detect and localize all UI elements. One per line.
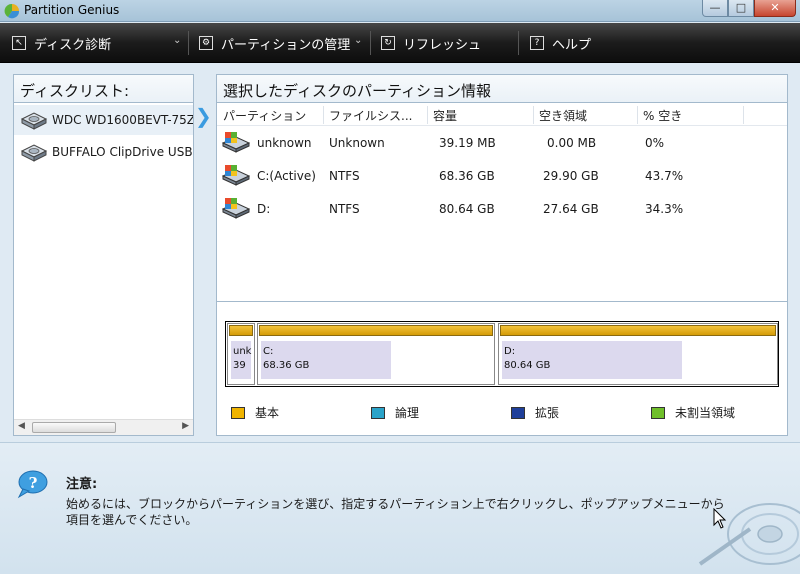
disk-list-title: ディスクリスト: — [14, 75, 193, 103]
table-row[interactable]: C:(Active) NTFS 68.36 GB 29.90 GB 43.7% — [217, 160, 787, 192]
note-title: 注意: — [66, 477, 98, 492]
maximize-button[interactable]: □ — [728, 0, 754, 17]
partition-free: 27.64 GB — [543, 202, 599, 216]
info-area: ? 注意: 始めるには、ブロックからパーティションを選び、指定するパーティション… — [0, 442, 800, 574]
partition-icon — [221, 165, 251, 186]
chevron-right-icon: ❯ — [195, 104, 212, 128]
block-label: unk — [233, 346, 252, 357]
chevron-down-icon[interactable]: ⌄ — [173, 35, 181, 46]
help-icon: ? — [530, 36, 544, 50]
block-size: 39 — [233, 360, 246, 371]
mouse-cursor-icon — [713, 508, 727, 529]
legend-label: 未割当領域 — [675, 406, 736, 420]
legend-label: 論理 — [395, 406, 420, 420]
legend-logical: 論理 — [371, 404, 419, 421]
block-size: 68.36 GB — [263, 360, 310, 371]
partition-name: C:(Active) — [257, 169, 316, 183]
toolbar-refresh[interactable]: ↻ リフレッシュ — [381, 34, 482, 53]
partition-free: 0.00 MB — [547, 136, 597, 150]
legend-swatch — [231, 406, 245, 419]
partition-fs: Unknown — [329, 136, 385, 150]
legend-swatch — [651, 406, 665, 419]
scrollbar-thumb[interactable] — [32, 422, 116, 433]
legend-label: 基本 — [255, 406, 280, 420]
partition-name: unknown — [257, 136, 312, 150]
block-label: D: — [504, 346, 516, 357]
toolbar-refresh-label: リフレッシュ — [403, 37, 482, 53]
app-logo-icon — [4, 3, 20, 19]
block-label: C: — [263, 346, 274, 357]
scroll-right-icon[interactable]: ▶ — [182, 421, 189, 431]
note-text: 始めるには、ブロックからパーティションを選び、指定するパーティション上で右クリッ… — [66, 497, 725, 527]
maximize-icon: □ — [735, 1, 747, 14]
toolbar-disk-diagnosis-label: ディスク診断 — [34, 37, 112, 53]
column-header[interactable]: ファイルシス... — [329, 107, 412, 124]
toolbar-help-label: ヘルプ — [552, 37, 592, 53]
legend-label: 拡張 — [535, 406, 560, 420]
svg-text:?: ? — [29, 474, 38, 492]
partition-info-panel: 選択したディスクのパーティション情報 パーティション ファイルシス... 容量 … — [216, 74, 788, 436]
column-header[interactable]: 空き領域 — [539, 107, 587, 124]
block-size: 80.64 GB — [504, 360, 551, 371]
refresh-icon: ↻ — [381, 36, 395, 50]
close-icon: ✕ — [770, 1, 780, 14]
partition-icon — [221, 132, 251, 153]
column-header[interactable]: % 空き — [643, 107, 682, 124]
partition-icon — [221, 198, 251, 219]
disk-item-wdc-label: WDC WD1600BEVT-75Z — [52, 113, 193, 127]
toolbar-help[interactable]: ? ヘルプ — [530, 34, 592, 53]
hard-disk-icon — [20, 144, 48, 162]
legend-swatch — [511, 406, 525, 419]
chevron-down-icon[interactable]: ⌄ — [354, 35, 362, 46]
legend-swatch — [371, 406, 385, 419]
disk-map-block-d[interactable]: D: 80.64 GB — [498, 323, 778, 385]
partition-panel-title: 選択したディスクのパーティション情報 — [217, 75, 787, 103]
manage-icon: ⚙ — [199, 36, 213, 50]
partition-name: D: — [257, 202, 271, 216]
legend-unallocated: 未割当領域 — [651, 404, 735, 421]
legend-primary: 基本 — [231, 404, 279, 421]
info-speech-bubble-icon: ? — [17, 470, 48, 499]
disk-map-area: unk 39 C: 68.36 GB D: 80.64 GB 基本 論理 拡張 — [217, 301, 787, 435]
disk-list-panel: ディスクリスト: WDC WD1600BEVT-75Z BUFFALO Clip… — [13, 74, 194, 436]
toolbar-partition-manage[interactable]: ⚙ パーティションの管理 — [199, 34, 351, 53]
partition-capacity: 80.64 GB — [439, 202, 495, 216]
toolbar-disk-diagnosis[interactable]: ↖ ディスク診断 — [12, 34, 112, 53]
disk-map-block-c[interactable]: C: 68.36 GB — [257, 323, 495, 385]
hard-disk-icon — [20, 112, 48, 130]
table-row[interactable]: unknown Unknown 39.19 MB 0.00 MB 0% — [217, 127, 787, 159]
partition-table-header: パーティション ファイルシス... 容量 空き領域 % 空き — [217, 104, 787, 126]
disk-map-block-unknown[interactable]: unk 39 — [227, 323, 255, 385]
partition-capacity: 39.19 MB — [439, 136, 496, 150]
partition-fs: NTFS — [329, 169, 360, 183]
partition-pct-free: 43.7% — [645, 169, 684, 183]
toolbar-partition-manage-label: パーティションの管理 — [221, 37, 351, 53]
table-row[interactable]: D: NTFS 80.64 GB 27.64 GB 34.3% — [217, 193, 787, 225]
scroll-left-icon[interactable]: ◀ — [18, 421, 25, 431]
disk-item-buffalo-label: BUFFALO ClipDrive USB — [52, 145, 193, 159]
disk-item-wdc[interactable]: WDC WD1600BEVT-75Z — [14, 105, 193, 135]
horizontal-scrollbar[interactable]: ◀ ▶ — [14, 419, 193, 435]
minimize-icon: — — [709, 1, 721, 14]
hard-drive-decoration-icon — [698, 503, 800, 566]
minimize-button[interactable]: — — [702, 0, 728, 17]
partition-pct-free: 34.3% — [645, 202, 684, 216]
pointer-icon: ↖ — [12, 36, 26, 50]
column-header[interactable]: パーティション — [223, 107, 306, 124]
disk-item-buffalo[interactable]: BUFFALO ClipDrive USB — [14, 137, 193, 167]
legend-extended: 拡張 — [511, 404, 559, 421]
partition-capacity: 68.36 GB — [439, 169, 495, 183]
column-header[interactable]: 容量 — [433, 107, 457, 124]
main-toolbar: ↖ ディスク診断 ⌄ ⚙ パーティションの管理 ⌄ ↻ リフレッシュ ? ヘルプ — [0, 23, 800, 63]
title-bar: Partition Genius — □ ✕ — [0, 0, 800, 22]
partition-pct-free: 0% — [645, 136, 665, 150]
partition-fs: NTFS — [329, 202, 360, 216]
window-title: Partition Genius — [24, 3, 120, 17]
disk-map: unk 39 C: 68.36 GB D: 80.64 GB — [225, 321, 779, 387]
partition-free: 29.90 GB — [543, 169, 599, 183]
close-button[interactable]: ✕ — [754, 0, 796, 17]
